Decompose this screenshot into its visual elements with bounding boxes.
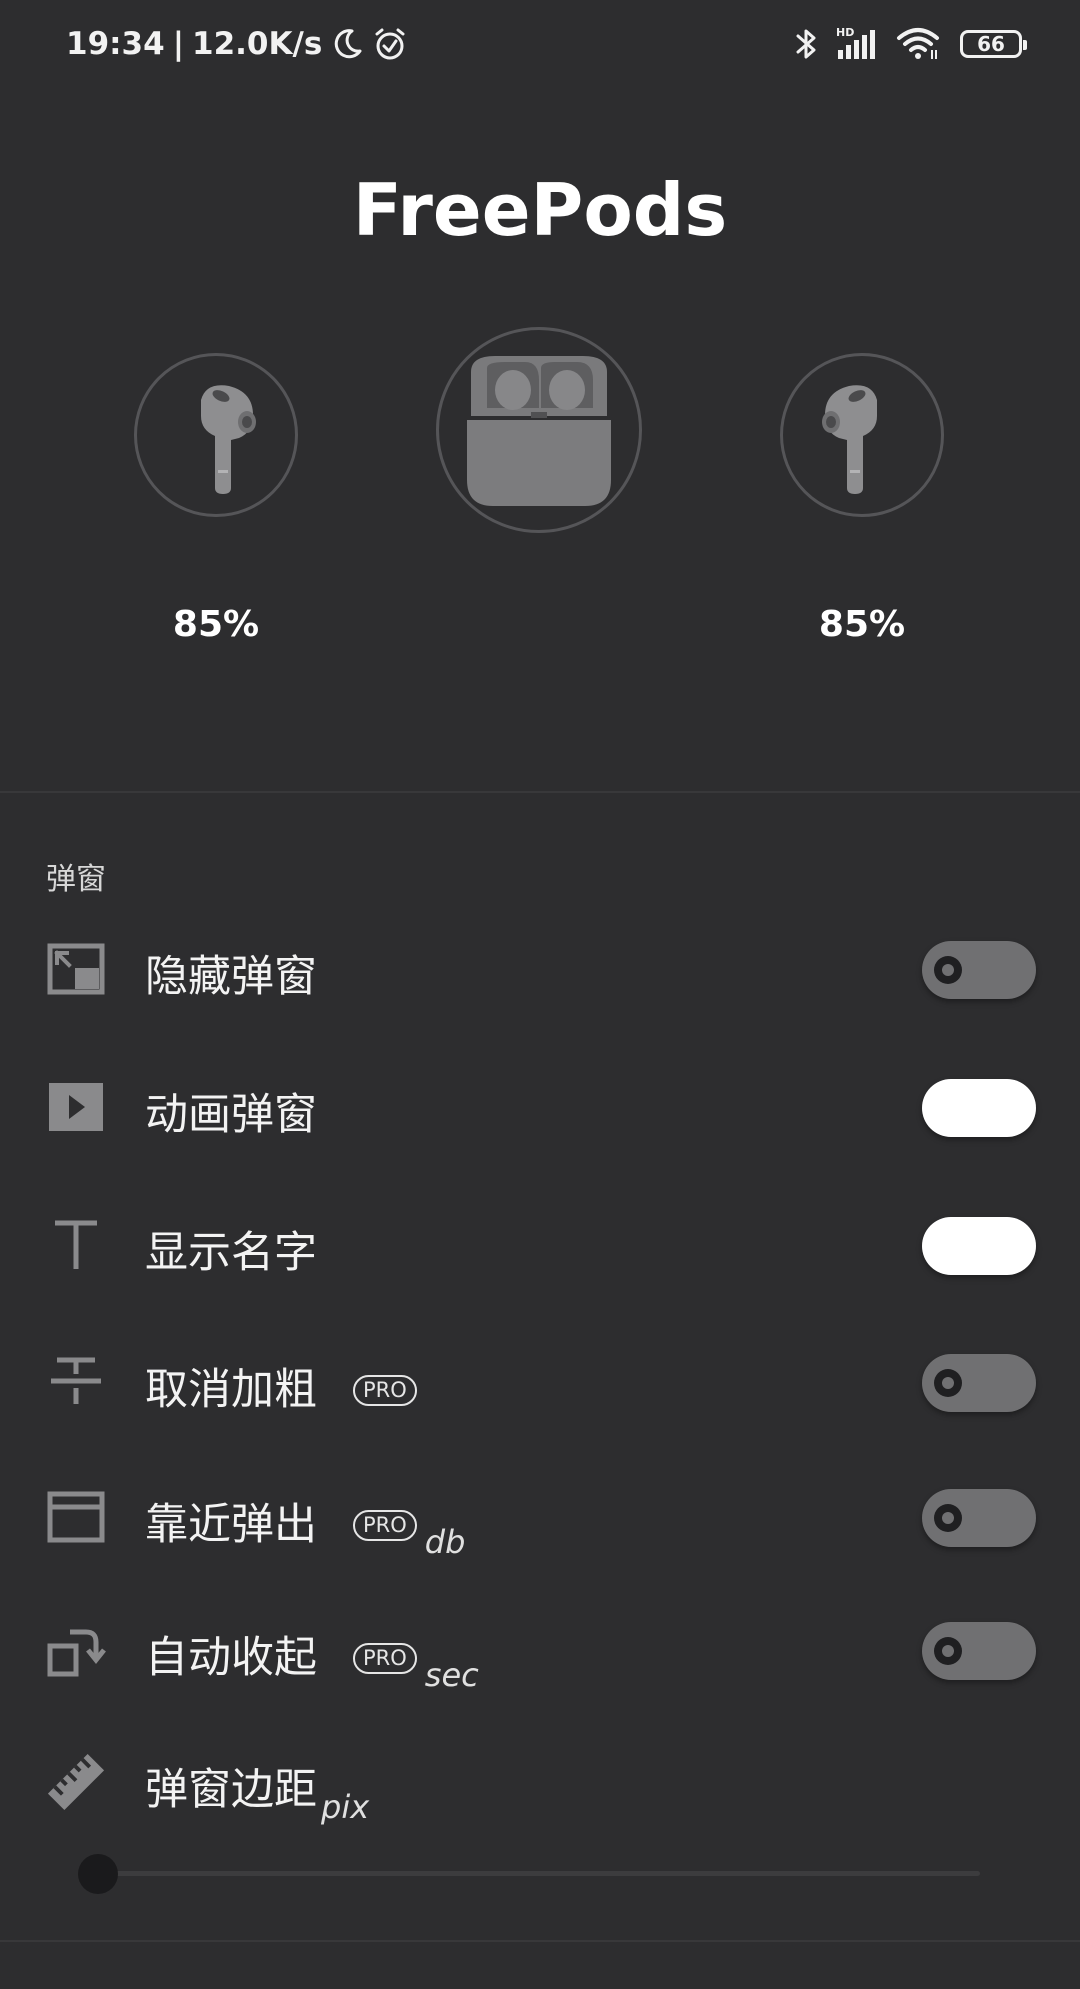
strikethrough-icon — [46, 1354, 106, 1410]
show-name-toggle[interactable] — [922, 1217, 1036, 1275]
setting-label: 取消加粗 PRO — [145, 1355, 417, 1417]
setting-label-text: 取消加粗 — [145, 1365, 317, 1415]
setting-label: 自动收起 PRO sec — [145, 1623, 479, 1694]
status-network-speed: 12.0K/s — [192, 26, 323, 62]
right-battery-percent: 85% — [818, 604, 906, 645]
setting-label: 弹窗边距 pix — [145, 1755, 369, 1826]
unit-suffix: db — [424, 1523, 466, 1561]
setting-label-text: 弹窗边距 — [145, 1765, 317, 1815]
popup-margin-slider[interactable] — [78, 1852, 982, 1896]
battery-level: 66 — [977, 32, 1005, 56]
picture-in-picture-icon — [46, 941, 106, 997]
signal-icon: HD — [836, 26, 878, 62]
status-bar: 19:34 | 12.0K/s HD 66 — [0, 0, 1080, 96]
animated-popup-toggle[interactable] — [922, 1079, 1036, 1137]
proximity-popup-toggle[interactable] — [922, 1489, 1036, 1547]
setting-label-text: 显示名字 — [145, 1228, 317, 1278]
pro-badge: PRO — [353, 1510, 417, 1541]
bottom-divider — [0, 1940, 1080, 1942]
setting-popup-margin: 弹窗边距 pix — [0, 1727, 1080, 1837]
wifi-icon — [896, 26, 942, 62]
setting-label-text: 自动收起 — [145, 1633, 317, 1683]
setting-label: 隐藏弹窗 — [145, 942, 317, 1004]
status-right: HD 66 — [794, 26, 1027, 62]
setting-show-name[interactable]: 显示名字 — [0, 1190, 1080, 1300]
left-battery-percent: 85% — [172, 604, 260, 645]
play-icon — [46, 1079, 106, 1135]
rotate-icon — [46, 1622, 106, 1678]
setting-proximity-popup[interactable]: 靠近弹出 PRO db — [0, 1462, 1080, 1572]
setting-label: 靠近弹出 PRO db — [145, 1490, 465, 1561]
hide-popup-toggle[interactable] — [922, 941, 1036, 999]
status-time: 19:34 — [66, 26, 165, 62]
left-earbud-icon — [201, 385, 256, 494]
svg-text:HD: HD — [836, 26, 854, 39]
right-earbud-icon — [822, 385, 877, 494]
app-title: FreePods — [352, 168, 728, 252]
moon-icon — [330, 27, 364, 61]
setting-label: 显示名字 — [145, 1218, 317, 1280]
pro-badge: PRO — [353, 1643, 417, 1674]
slider-thumb[interactable] — [78, 1854, 118, 1894]
right-earbud[interactable] — [780, 353, 944, 517]
setting-auto-collapse[interactable]: 自动收起 PRO sec — [0, 1595, 1080, 1705]
pro-badge: PRO — [353, 1375, 417, 1406]
setting-hide-popup[interactable]: 隐藏弹窗 — [0, 914, 1080, 1024]
cancel-bold-toggle[interactable] — [922, 1354, 1036, 1412]
section-divider — [0, 791, 1080, 793]
setting-animated-popup[interactable]: 动画弹窗 — [0, 1052, 1080, 1162]
status-left: 19:34 | 12.0K/s — [66, 26, 408, 62]
setting-label-text: 隐藏弹窗 — [145, 952, 317, 1002]
section-label-popup: 弹窗 — [46, 862, 106, 897]
text-icon — [46, 1217, 106, 1273]
setting-label-text: 动画弹窗 — [145, 1090, 317, 1140]
setting-label: 动画弹窗 — [145, 1080, 317, 1142]
charging-case[interactable] — [436, 327, 642, 533]
charging-case-icon — [467, 356, 611, 506]
setting-label-text: 靠近弹出 — [145, 1500, 317, 1550]
window-icon — [46, 1489, 106, 1545]
status-separator: | — [172, 26, 185, 62]
bluetooth-icon — [794, 26, 818, 62]
ruler-icon — [46, 1753, 106, 1811]
setting-cancel-bold[interactable]: 取消加粗 PRO — [0, 1327, 1080, 1437]
alarm-icon — [372, 26, 408, 62]
slider-track[interactable] — [98, 1871, 980, 1876]
left-earbud[interactable] — [134, 353, 298, 517]
unit-suffix: pix — [321, 1788, 370, 1826]
unit-suffix: sec — [424, 1656, 479, 1694]
battery-icon: 66 — [960, 30, 1027, 58]
auto-collapse-toggle[interactable] — [922, 1622, 1036, 1680]
